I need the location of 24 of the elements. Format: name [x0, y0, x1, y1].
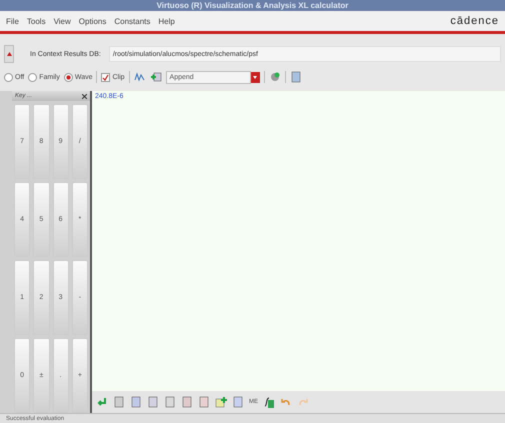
return-icon[interactable]: [96, 396, 108, 408]
undo-icon[interactable]: [280, 396, 292, 408]
menu-item[interactable]: Constants: [114, 16, 150, 26]
window-title: Virtuoso (R) Visualization & Analysis XL calculator: [156, 0, 348, 10]
brand-logo: cādence: [450, 15, 499, 27]
menu-item[interactable]: Options: [78, 16, 106, 26]
menu-item[interactable]: View: [54, 16, 71, 26]
check-icon: [102, 74, 110, 80]
menu-item[interactable]: Help: [158, 16, 175, 26]
caret-icon: [253, 76, 258, 78]
add-table-icon[interactable]: [150, 71, 162, 83]
document-icon[interactable]: [147, 396, 159, 408]
document-icon[interactable]: [113, 396, 125, 408]
document-icon[interactable]: [181, 396, 193, 408]
add-expression-icon[interactable]: [215, 396, 227, 408]
menu-item[interactable]: File: [6, 16, 19, 26]
function-icon[interactable]: [263, 396, 275, 408]
close-icon[interactable]: [82, 94, 87, 98]
caret-icon: [6, 52, 12, 56]
menu-item[interactable]: Tools: [26, 16, 46, 26]
document-icon[interactable]: [198, 396, 210, 408]
wave-icon[interactable]: [134, 71, 146, 83]
collapse-button[interactable]: [4, 45, 14, 63]
document-icon[interactable]: [164, 396, 176, 408]
